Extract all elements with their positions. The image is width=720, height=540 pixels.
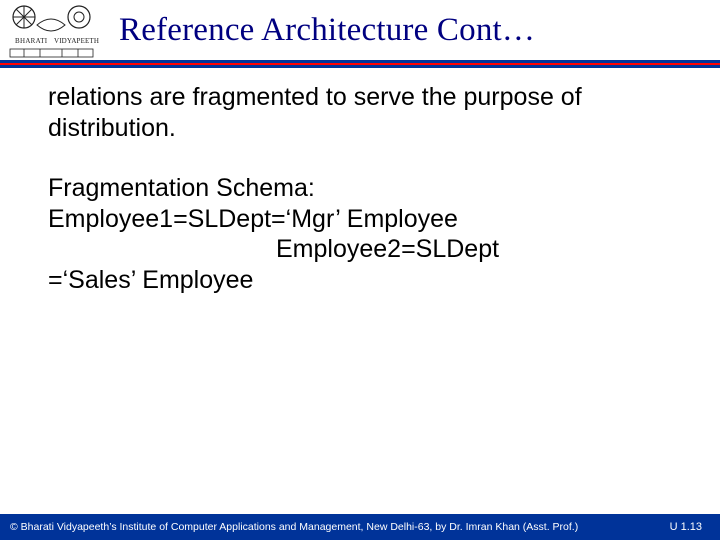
slide-body: relations are fragmented to serve the pu… — [0, 68, 720, 295]
svg-text:VIDYAPEETH: VIDYAPEETH — [54, 37, 99, 45]
footer-pager: U 1.13 — [670, 521, 702, 533]
frag-schema-line-2: Employee2=SLDept — [48, 234, 690, 265]
paragraph-2: Fragmentation Schema: Employee1=SLDept=‘… — [48, 173, 690, 295]
emblem-icon: BHARATI VIDYAPEETH — [4, 3, 99, 59]
svg-text:BHARATI: BHARATI — [15, 37, 48, 45]
footer-bar: © Bharati Vidyapeeth’s Institute of Comp… — [0, 514, 720, 540]
frag-schema-heading: Fragmentation Schema: — [48, 173, 690, 204]
frag-schema-line-1: Employee1=SLDept=‘Mgr’ Employee — [48, 204, 690, 235]
footer-copyright: © Bharati Vidyapeeth’s Institute of Comp… — [10, 521, 578, 533]
divider — [0, 60, 720, 68]
title-bar: BHARATI VIDYAPEETH Reference Architectur… — [0, 0, 720, 60]
paragraph-1: relations are fragmented to serve the pu… — [48, 82, 690, 143]
slide: BHARATI VIDYAPEETH Reference Architectur… — [0, 0, 720, 540]
institution-logo: BHARATI VIDYAPEETH — [4, 3, 99, 59]
frag-schema-line-3: =‘Sales’ Employee — [48, 265, 690, 296]
slide-title: Reference Architecture Cont… — [119, 12, 535, 49]
